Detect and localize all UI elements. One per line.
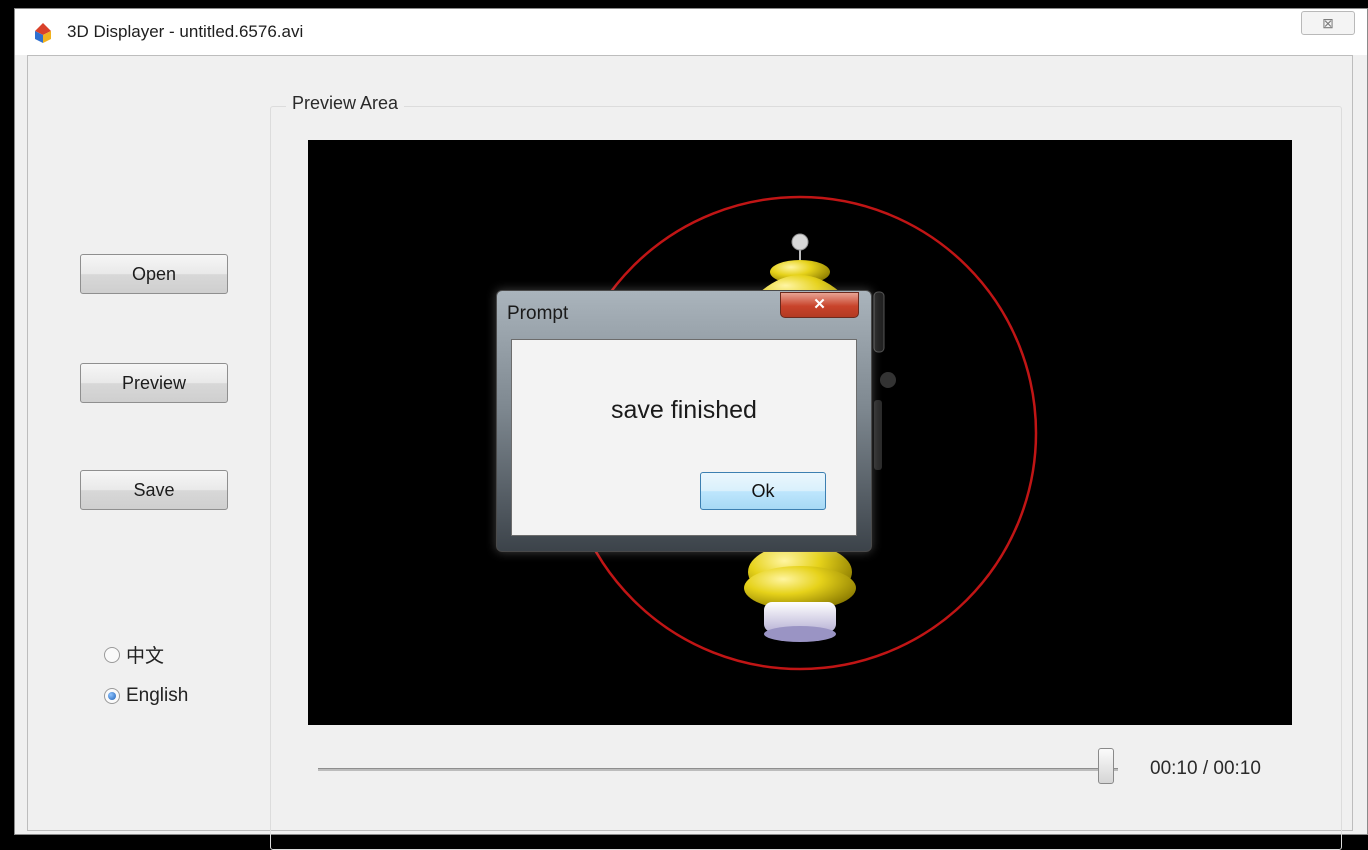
radio-english[interactable] [104, 688, 120, 704]
ok-button[interactable]: Ok [700, 472, 826, 510]
preview-button[interactable]: Preview [80, 363, 228, 403]
language-label-english: English [126, 685, 189, 706]
dialog-message: save finished [611, 396, 757, 424]
prompt-dialog: Prompt ✕ save finished Ok [496, 290, 872, 552]
dialog-body: save finished Ok [511, 339, 857, 536]
radio-chinese[interactable] [104, 646, 120, 663]
dialog-title: Prompt [507, 303, 569, 324]
app-logo-icon [35, 23, 51, 43]
dialog-close-button[interactable]: ✕ [780, 292, 859, 318]
title-bar: 3D Displayer - untitled.6576.avi ⊠ [15, 9, 1367, 55]
open-button[interactable]: Open [80, 254, 228, 294]
window-close-button[interactable]: ⊠ [1301, 11, 1355, 35]
language-option-english[interactable]: English [104, 685, 188, 707]
language-option-chinese[interactable]: 中文 [104, 641, 164, 668]
language-label-chinese: 中文 [126, 646, 165, 667]
time-readout: 00:10 / 00:10 [1150, 758, 1261, 779]
window-title: 3D Displayer - untitled.6576.avi [67, 22, 304, 41]
timeline-slider-thumb[interactable] [1098, 748, 1114, 784]
save-button[interactable]: Save [80, 470, 228, 510]
preview-group-label: Preview Area [286, 93, 405, 114]
timeline-slider-track[interactable] [318, 768, 1118, 771]
